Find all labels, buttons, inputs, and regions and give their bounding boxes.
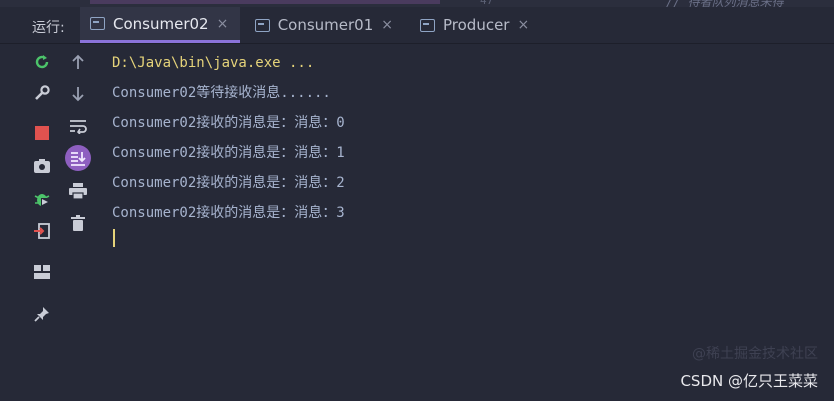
console-output-line: Consumer02接收的消息是：消息：2 (112, 175, 345, 191)
console-tab-icon (420, 18, 435, 32)
console-output-line: Consumer02接收的消息是：消息：1 (112, 145, 345, 161)
editor-line-number: 47 (480, 0, 494, 7)
tab-label: Consumer02 (113, 14, 209, 33)
console-output-line: Consumer02接收的消息是：消息：3 (112, 205, 345, 221)
close-tab-icon[interactable]: × (217, 16, 229, 32)
print-icon[interactable] (67, 180, 89, 202)
tab-consumer01[interactable]: Consumer01 × (245, 7, 403, 43)
watermark-faint: @稀土掘金技术社区 (692, 346, 818, 362)
run-tool-window: 47 // 待者队列消息未得 运行: Consumer02 × Consumer… (0, 0, 834, 401)
pin-icon[interactable] (31, 303, 53, 325)
settings-wrench-icon[interactable] (31, 82, 53, 104)
console-output-line: Consumer02接收的消息是：消息：0 (112, 115, 345, 131)
console-command-line: D:\Java\bin\java.exe ... (112, 55, 315, 71)
tab-label: Consumer01 (277, 16, 374, 34)
watermark: CSDN @亿只王菜菜 (680, 372, 818, 390)
stop-icon[interactable] (31, 122, 53, 144)
editor-selection-highlight (90, 0, 440, 4)
run-label: 运行: (32, 20, 65, 36)
tab-producer[interactable]: Producer × (410, 7, 548, 43)
console-tab-icon (255, 18, 270, 32)
close-tab-icon[interactable]: × (517, 17, 529, 33)
console-output[interactable]: D:\Java\bin\java.exe ... Consumer02等待接收消… (112, 48, 345, 228)
soft-wrap-icon[interactable] (67, 115, 89, 137)
rerun-icon[interactable] (31, 51, 53, 73)
console-input-caret[interactable] (113, 229, 115, 247)
debug-bug-icon[interactable] (31, 188, 53, 210)
run-tab-bar: 运行: Consumer02 × Consumer01 × Producer × (0, 7, 834, 44)
arrow-up-icon[interactable] (67, 51, 89, 73)
exit-icon[interactable] (31, 220, 53, 242)
trash-icon[interactable] (67, 212, 89, 234)
layout-icon[interactable] (31, 261, 53, 283)
scroll-to-end-icon[interactable] (67, 147, 89, 169)
close-tab-icon[interactable]: × (381, 17, 393, 33)
tab-label: Producer (443, 16, 510, 34)
editor-remnant: 47 // 待者队列消息未得 (0, 0, 834, 9)
arrow-down-icon[interactable] (67, 83, 89, 105)
tab-consumer02[interactable]: Consumer02 × (80, 7, 240, 43)
camera-icon[interactable] (31, 155, 53, 177)
console-output-line: Consumer02等待接收消息...... (112, 85, 331, 101)
console-tab-icon (90, 17, 105, 30)
